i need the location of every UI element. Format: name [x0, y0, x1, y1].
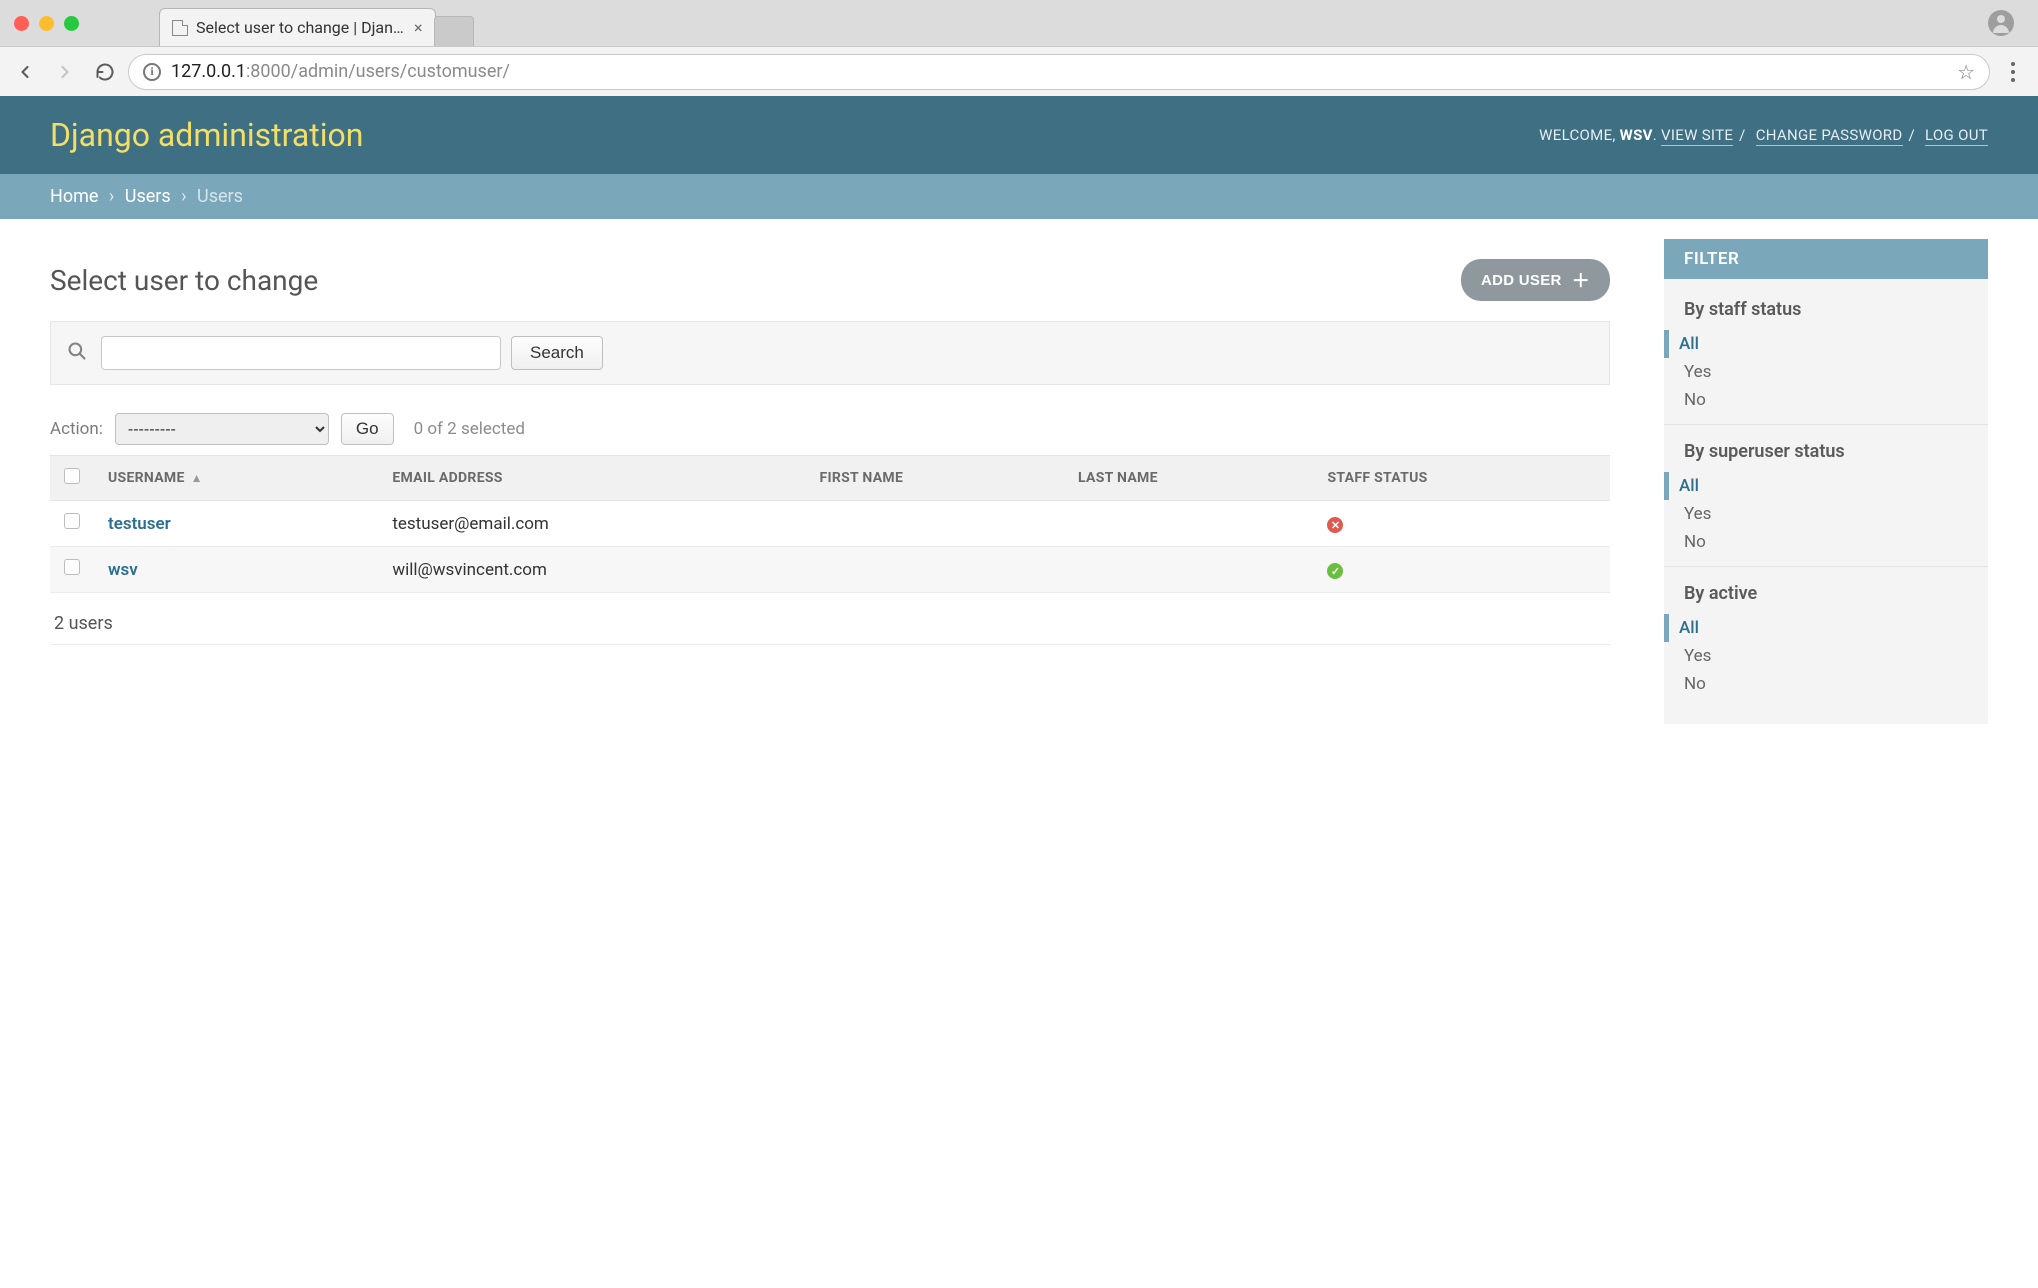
paginator: 2 users: [50, 593, 1610, 645]
view-site-link[interactable]: VIEW SITE: [1661, 126, 1733, 146]
search-input[interactable]: [101, 336, 501, 370]
plus-icon: ＋: [1572, 267, 1590, 293]
new-tab-button[interactable]: [434, 16, 474, 46]
search-button[interactable]: Search: [511, 336, 603, 370]
breadcrumb: Home › Users › Users: [0, 174, 2038, 219]
filter-option[interactable]: No: [1684, 386, 1968, 414]
go-button[interactable]: Go: [341, 413, 394, 445]
filter-option[interactable]: No: [1684, 670, 1968, 698]
logout-link[interactable]: LOG OUT: [1925, 126, 1988, 146]
filter-option[interactable]: No: [1684, 528, 1968, 556]
filter-option[interactable]: Yes: [1684, 500, 1968, 528]
browser-tab[interactable]: Select user to change | Django ×: [159, 8, 436, 46]
current-user: WSV: [1620, 126, 1653, 144]
chevron-right-icon: ›: [109, 186, 114, 207]
col-username[interactable]: USERNAME▲: [94, 456, 378, 501]
table-row: testuser testuser@email.com ✕: [50, 501, 1610, 547]
change-password-link[interactable]: CHANGE PASSWORD: [1756, 126, 1903, 146]
close-window-button[interactable]: [14, 16, 29, 31]
chrome-menu-icon[interactable]: [1996, 62, 2030, 82]
page-title: Select user to change: [50, 264, 318, 297]
search-toolbar: Search: [50, 321, 1610, 385]
forward-button[interactable]: [48, 55, 82, 89]
profile-icon[interactable]: [1988, 10, 2014, 36]
col-email[interactable]: EMAIL ADDRESS: [378, 456, 805, 501]
breadcrumb-current: Users: [197, 186, 243, 207]
search-icon: [67, 341, 87, 366]
breadcrumb-app[interactable]: Users: [125, 186, 171, 207]
user-links: WELCOME, WSV. VIEW SITE/ CHANGE PASSWORD…: [1539, 126, 1988, 144]
maximize-window-button[interactable]: [64, 16, 79, 31]
back-button[interactable]: [8, 55, 42, 89]
row-checkbox[interactable]: [64, 559, 80, 575]
filter-option[interactable]: Yes: [1684, 642, 1968, 670]
filter-group-label: By active: [1684, 583, 1968, 604]
reload-button[interactable]: [88, 55, 122, 89]
close-tab-icon[interactable]: ×: [414, 18, 423, 37]
yes-icon: ✓: [1327, 563, 1343, 579]
cell-email: will@wsvincent.com: [378, 547, 805, 593]
browser-toolbar: i 127.0.0.1:8000/admin/users/customuser/…: [0, 46, 2038, 96]
col-staff-status[interactable]: STAFF STATUS: [1313, 456, 1610, 501]
actions-row: Action: --------- Go 0 of 2 selected: [50, 413, 1610, 445]
col-last-name[interactable]: LAST NAME: [1064, 456, 1313, 501]
browser-chrome: Select user to change | Django × i 127.0…: [0, 0, 2038, 96]
window-controls: [14, 16, 79, 31]
url-text: 127.0.0.1:8000/admin/users/customuser/: [171, 61, 510, 82]
bookmark-icon[interactable]: ☆: [1957, 60, 1975, 84]
results-table: USERNAME▲ EMAIL ADDRESS FIRST NAME LAST …: [50, 455, 1610, 593]
admin-header: Django administration WELCOME, WSV. VIEW…: [0, 96, 2038, 174]
address-bar[interactable]: i 127.0.0.1:8000/admin/users/customuser/…: [128, 54, 1990, 90]
row-checkbox[interactable]: [64, 513, 80, 529]
welcome-text: WELCOME,: [1539, 126, 1620, 144]
cell-staff-status: ✓: [1313, 547, 1610, 593]
add-user-button[interactable]: ADD USER ＋: [1461, 259, 1610, 301]
table-row: wsv will@wsvincent.com ✓: [50, 547, 1610, 593]
chevron-right-icon: ›: [181, 186, 186, 207]
filter-title: FILTER: [1664, 239, 1988, 279]
username-link[interactable]: testuser: [108, 514, 171, 534]
select-all-checkbox[interactable]: [64, 468, 80, 484]
filter-sidebar: FILTER By staff statusAllYesNoBy superus…: [1664, 239, 1988, 724]
cell-first-name: [805, 501, 1064, 547]
tab-bar: Select user to change | Django ×: [0, 0, 2038, 46]
sort-asc-icon: ▲: [191, 471, 203, 485]
filter-group-label: By staff status: [1684, 299, 1968, 320]
filter-option[interactable]: All: [1664, 614, 1968, 642]
filter-group: By staff status AllYesNo: [1664, 283, 1988, 425]
filter-option[interactable]: All: [1664, 330, 1968, 358]
cell-first-name: [805, 547, 1064, 593]
filter-group: By superuser status AllYesNo: [1664, 425, 1988, 567]
username-link[interactable]: wsv: [108, 560, 138, 580]
action-select[interactable]: ---------: [115, 413, 329, 445]
branding: Django administration: [50, 116, 363, 154]
cell-staff-status: ✕: [1313, 501, 1610, 547]
selection-counter: 0 of 2 selected: [414, 419, 525, 439]
filter-option[interactable]: All: [1664, 472, 1968, 500]
filter-option[interactable]: Yes: [1684, 358, 1968, 386]
breadcrumb-home[interactable]: Home: [50, 186, 98, 207]
cell-last-name: [1064, 501, 1313, 547]
page-icon: [172, 20, 188, 36]
add-user-label: ADD USER: [1481, 272, 1562, 289]
col-first-name[interactable]: FIRST NAME: [805, 456, 1064, 501]
filter-group: By active AllYesNo: [1664, 567, 1988, 708]
filter-group-label: By superuser status: [1684, 441, 1968, 462]
tab-title: Select user to change | Django: [196, 18, 406, 37]
no-icon: ✕: [1327, 517, 1343, 533]
minimize-window-button[interactable]: [39, 16, 54, 31]
action-label: Action:: [50, 419, 103, 439]
cell-last-name: [1064, 547, 1313, 593]
cell-email: testuser@email.com: [378, 501, 805, 547]
site-info-icon[interactable]: i: [143, 63, 161, 81]
